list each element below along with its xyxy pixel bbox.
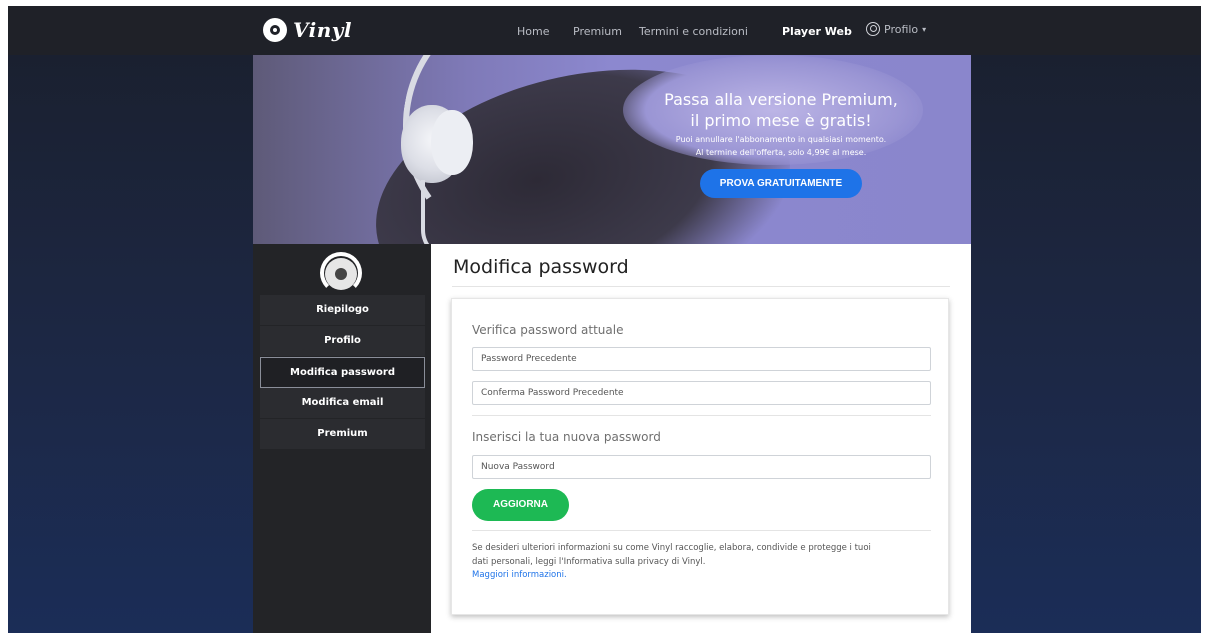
headphones-cup-image: [431, 110, 473, 175]
promo-title-line2: il primo mese è gratis!: [690, 111, 872, 130]
chevron-down-icon: ▾: [922, 24, 927, 34]
nav-link-home[interactable]: Home: [517, 25, 549, 38]
sidebar-item-modifica-password[interactable]: Modifica password: [260, 357, 425, 388]
privacy-info-line1: Se desideri ulteriori informazioni su co…: [472, 543, 871, 553]
page-title: Modifica password: [453, 256, 629, 278]
title-divider: [452, 286, 950, 287]
window-frame-right: [1201, 0, 1209, 633]
app-logo[interactable]: Vinyl: [263, 18, 352, 42]
promo-text-block: Passa alla versione Premium, il primo me…: [641, 89, 921, 198]
privacy-info: Se desideri ulteriori informazioni su co…: [472, 542, 922, 583]
window-frame-left: [0, 0, 8, 633]
update-button[interactable]: AGGIORNA: [472, 489, 569, 521]
user-icon: [866, 22, 880, 36]
more-info-link[interactable]: Maggiori informazioni.: [472, 569, 922, 583]
promo-subtitle: Puoi annullare l'abbonamento in qualsias…: [641, 133, 921, 159]
account-sidebar: Riepilogo Profilo Modifica password Modi…: [253, 244, 431, 633]
band-shape: [320, 252, 362, 294]
privacy-info-line2: dati personali, leggi l'Informativa sull…: [472, 556, 706, 567]
headphones-cord-image: [421, 180, 451, 244]
headphone-disc-icon: [320, 252, 362, 294]
app-logo-text: Vinyl: [293, 18, 353, 42]
main-content: Modifica password Verifica password attu…: [431, 244, 971, 633]
sidebar-item-premium[interactable]: Premium: [260, 419, 425, 450]
premium-banner: Passa alla versione Premium, il primo me…: [253, 55, 971, 244]
nav-link-player-web[interactable]: Player Web: [782, 25, 852, 38]
sidebar-menu: Riepilogo Profilo Modifica password Modi…: [260, 295, 425, 450]
free-trial-button[interactable]: PROVA GRATUITAMENTE: [699, 169, 863, 198]
sidebar-item-riepilogo[interactable]: Riepilogo: [260, 295, 425, 326]
sidebar-item-profilo[interactable]: Profilo: [260, 326, 425, 357]
new-password-section-title: Inserisci la tua nuova password: [472, 430, 661, 444]
info-divider: [472, 530, 931, 531]
promo-sub-line2: Al termine dell'offerta, solo 4,99€ al m…: [695, 148, 867, 157]
promo-title-line1: Passa alla versione Premium,: [664, 90, 898, 109]
section-divider: [472, 415, 931, 416]
verify-section-title: Verifica password attuale: [472, 323, 624, 337]
confirm-old-password-input[interactable]: [472, 381, 931, 405]
vinyl-disc-icon: [263, 18, 287, 42]
new-password-input[interactable]: [472, 455, 931, 479]
sidebar-item-modifica-email[interactable]: Modifica email: [260, 388, 425, 419]
old-password-input[interactable]: [472, 347, 931, 371]
profile-label: Profilo: [884, 22, 919, 36]
change-password-card: Verifica password attuale Inserisci la t…: [451, 298, 949, 615]
nav-link-premium[interactable]: Premium: [573, 25, 622, 38]
promo-title: Passa alla versione Premium, il primo me…: [641, 89, 921, 131]
nav-link-terms[interactable]: Termini e condizioni: [639, 25, 748, 38]
top-navbar: Vinyl Home Premium Termini e condizioni …: [8, 6, 1201, 55]
promo-sub-line1: Puoi annullare l'abbonamento in qualsias…: [675, 135, 887, 144]
profile-dropdown[interactable]: Profilo ▾: [866, 22, 926, 36]
